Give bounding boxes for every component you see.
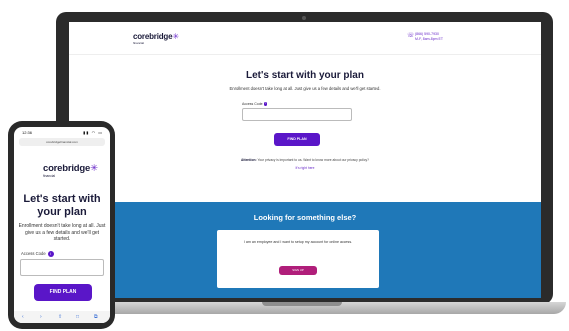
spark-icon: ✳	[172, 32, 180, 41]
access-code-label-text: Access Code	[242, 102, 263, 106]
sign-up-button[interactable]: SIGN UP	[279, 266, 317, 275]
spark-icon: ✳	[90, 163, 99, 174]
laptop-notch	[262, 302, 342, 306]
laptop-screen: corebridge✳ financial ☏ (866) 590-7930 M…	[69, 22, 541, 298]
find-plan-button[interactable]: FIND PLAN	[274, 133, 320, 146]
page-title-mobile: Let's start with your plan	[23, 193, 101, 218]
privacy-notice: Attention: Your privacy is important to …	[69, 158, 541, 162]
access-code-label-mobile: Access Code i	[21, 251, 54, 257]
browser-toolbar: ‹ › ⇧ □ ⧉	[14, 311, 110, 323]
corebridge-logo[interactable]: corebridge✳ financial	[133, 32, 179, 45]
something-else-section: Looking for something else? I am an empl…	[69, 202, 541, 298]
logo-wordmark: corebridge	[43, 163, 91, 174]
section-title: Looking for something else?	[253, 213, 357, 222]
camera-dot	[302, 16, 306, 20]
logo-wordmark: corebridge	[133, 32, 173, 41]
share-icon[interactable]: ⇧	[58, 314, 62, 320]
access-code-input[interactable]	[242, 108, 352, 121]
tabs-icon[interactable]: ⧉	[94, 314, 98, 320]
info-icon[interactable]: i	[263, 102, 268, 106]
info-icon[interactable]: i	[47, 251, 54, 257]
attention-text: Your privacy is important to us. Want to…	[257, 158, 369, 162]
employee-card: I am an employee and I want to setup my …	[217, 230, 379, 288]
contact-info[interactable]: (866) 590-7930 M-F, 8am-8pm ET	[415, 32, 443, 42]
contact-hours: M-F, 8am-8pm ET	[415, 37, 444, 41]
status-time: 12:36	[22, 130, 33, 135]
access-code-label-text: Access Code	[21, 251, 46, 257]
forward-icon[interactable]: ›	[40, 314, 42, 320]
page-subtitle: Enrollment doesn't take long at all. Jus…	[229, 86, 381, 91]
privacy-link[interactable]: It's right here	[69, 166, 541, 170]
phone-icon: ☏	[407, 33, 415, 39]
site-header: corebridge✳ financial ☏ (866) 590-7930 M…	[69, 22, 541, 55]
signal-icons: ▮▮ ◠ ▭	[83, 130, 103, 135]
logo-subtext: financial	[43, 174, 56, 178]
phone-screen: 12:36 ▮▮ ◠ ▭ corebridgefinancial.com cor…	[14, 127, 110, 323]
bookmarks-icon[interactable]: □	[76, 314, 79, 320]
attention-label: Attention:	[241, 158, 257, 162]
status-bar: 12:36 ▮▮ ◠ ▭	[14, 127, 110, 137]
corebridge-logo-mobile[interactable]: corebridge✳ financial	[43, 163, 98, 178]
access-code-input-mobile[interactable]	[20, 259, 104, 276]
url-bar[interactable]: corebridgefinancial.com	[19, 138, 105, 146]
page-subtitle-mobile: Enrollment doesn't take long at all. Jus…	[18, 223, 106, 242]
access-code-label: Access Code i	[242, 102, 268, 106]
card-text: I am an employee and I want to setup my …	[243, 240, 353, 244]
find-plan-button-mobile[interactable]: FIND PLAN	[34, 284, 92, 301]
back-icon[interactable]: ‹	[22, 314, 24, 320]
page-title: Let's start with your plan	[246, 70, 364, 81]
logo-subtext: financial	[133, 41, 145, 45]
